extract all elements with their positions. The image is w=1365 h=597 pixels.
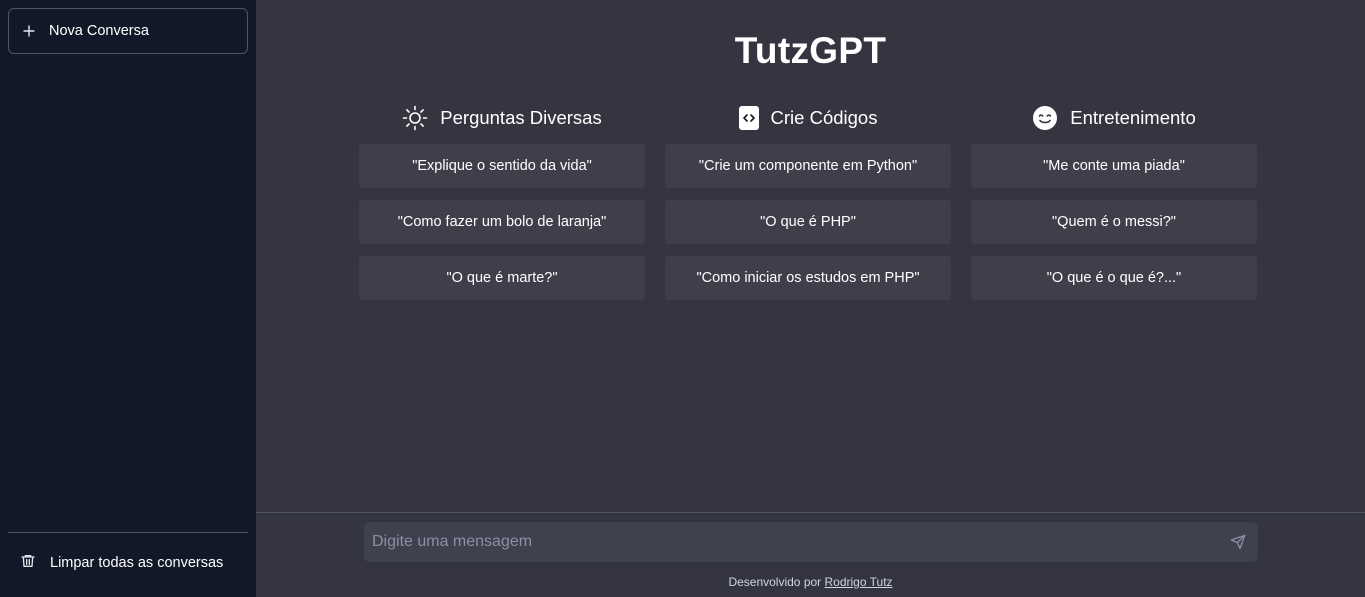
author-link[interactable]: Rodrigo Tutz — [825, 575, 893, 589]
example-prompt[interactable]: "Quem é o messi?" — [971, 200, 1257, 244]
send-icon[interactable] — [1230, 534, 1246, 550]
example-prompt[interactable]: "O que é PHP" — [665, 200, 951, 244]
new-chat-button[interactable]: Nova Conversa — [8, 8, 248, 54]
new-chat-label: Nova Conversa — [49, 23, 149, 39]
plus-icon — [23, 25, 35, 37]
example-prompt[interactable]: "Me conte uma piada" — [971, 144, 1257, 188]
column-heading-label: Entretenimento — [1070, 107, 1196, 128]
example-prompt[interactable]: "Explique o sentido da vida" — [359, 144, 645, 188]
clear-all-label: Limpar todas as conversas — [50, 555, 224, 571]
column-heading: Entretenimento — [971, 102, 1257, 134]
clear-all-conversations-button[interactable]: Limpar todas as conversas — [8, 547, 248, 579]
code-icon — [738, 106, 759, 130]
credits: Desenvolvido por Rodrigo Tutz — [256, 575, 1365, 589]
credits-prefix: Desenvolvido por — [728, 575, 825, 589]
sun-icon — [402, 105, 428, 131]
smile-icon — [1032, 105, 1058, 131]
sidebar-footer: Limpar todas as conversas — [8, 532, 248, 589]
column-entretenimento: Entretenimento "Me conte uma piada" "Que… — [971, 102, 1257, 312]
example-prompt[interactable]: "Como iniciar os estudos em PHP" — [665, 256, 951, 300]
column-perguntas-diversas: Perguntas Diversas "Explique o sentido d… — [359, 102, 645, 312]
message-input[interactable] — [372, 533, 1230, 551]
trash-icon — [20, 553, 36, 573]
column-heading: Crie Códigos — [665, 102, 951, 134]
sidebar: Nova Conversa Limpar todas as conversas — [0, 0, 256, 597]
composer-area: Desenvolvido por Rodrigo Tutz — [256, 512, 1365, 597]
column-heading-label: Crie Códigos — [770, 107, 878, 128]
column-heading: Perguntas Diversas — [359, 102, 645, 134]
example-prompt[interactable]: "Como fazer um bolo de laranja" — [359, 200, 645, 244]
example-prompt[interactable]: "O que é marte?" — [359, 256, 645, 300]
main-panel: TutzGPT Perguntas Diversas "Explique o s… — [256, 0, 1365, 597]
page-title: TutzGPT — [734, 30, 887, 71]
examples-grid: Perguntas Diversas "Explique o sentido d… — [359, 102, 1257, 312]
column-crie-codigos: Crie Códigos "Crie um componente em Pyth… — [665, 102, 951, 312]
example-prompt[interactable]: "O que é o que é?..." — [971, 256, 1257, 300]
column-heading-label: Perguntas Diversas — [440, 107, 602, 128]
example-prompt[interactable]: "Crie um componente em Python" — [665, 144, 951, 188]
message-composer — [364, 522, 1258, 562]
